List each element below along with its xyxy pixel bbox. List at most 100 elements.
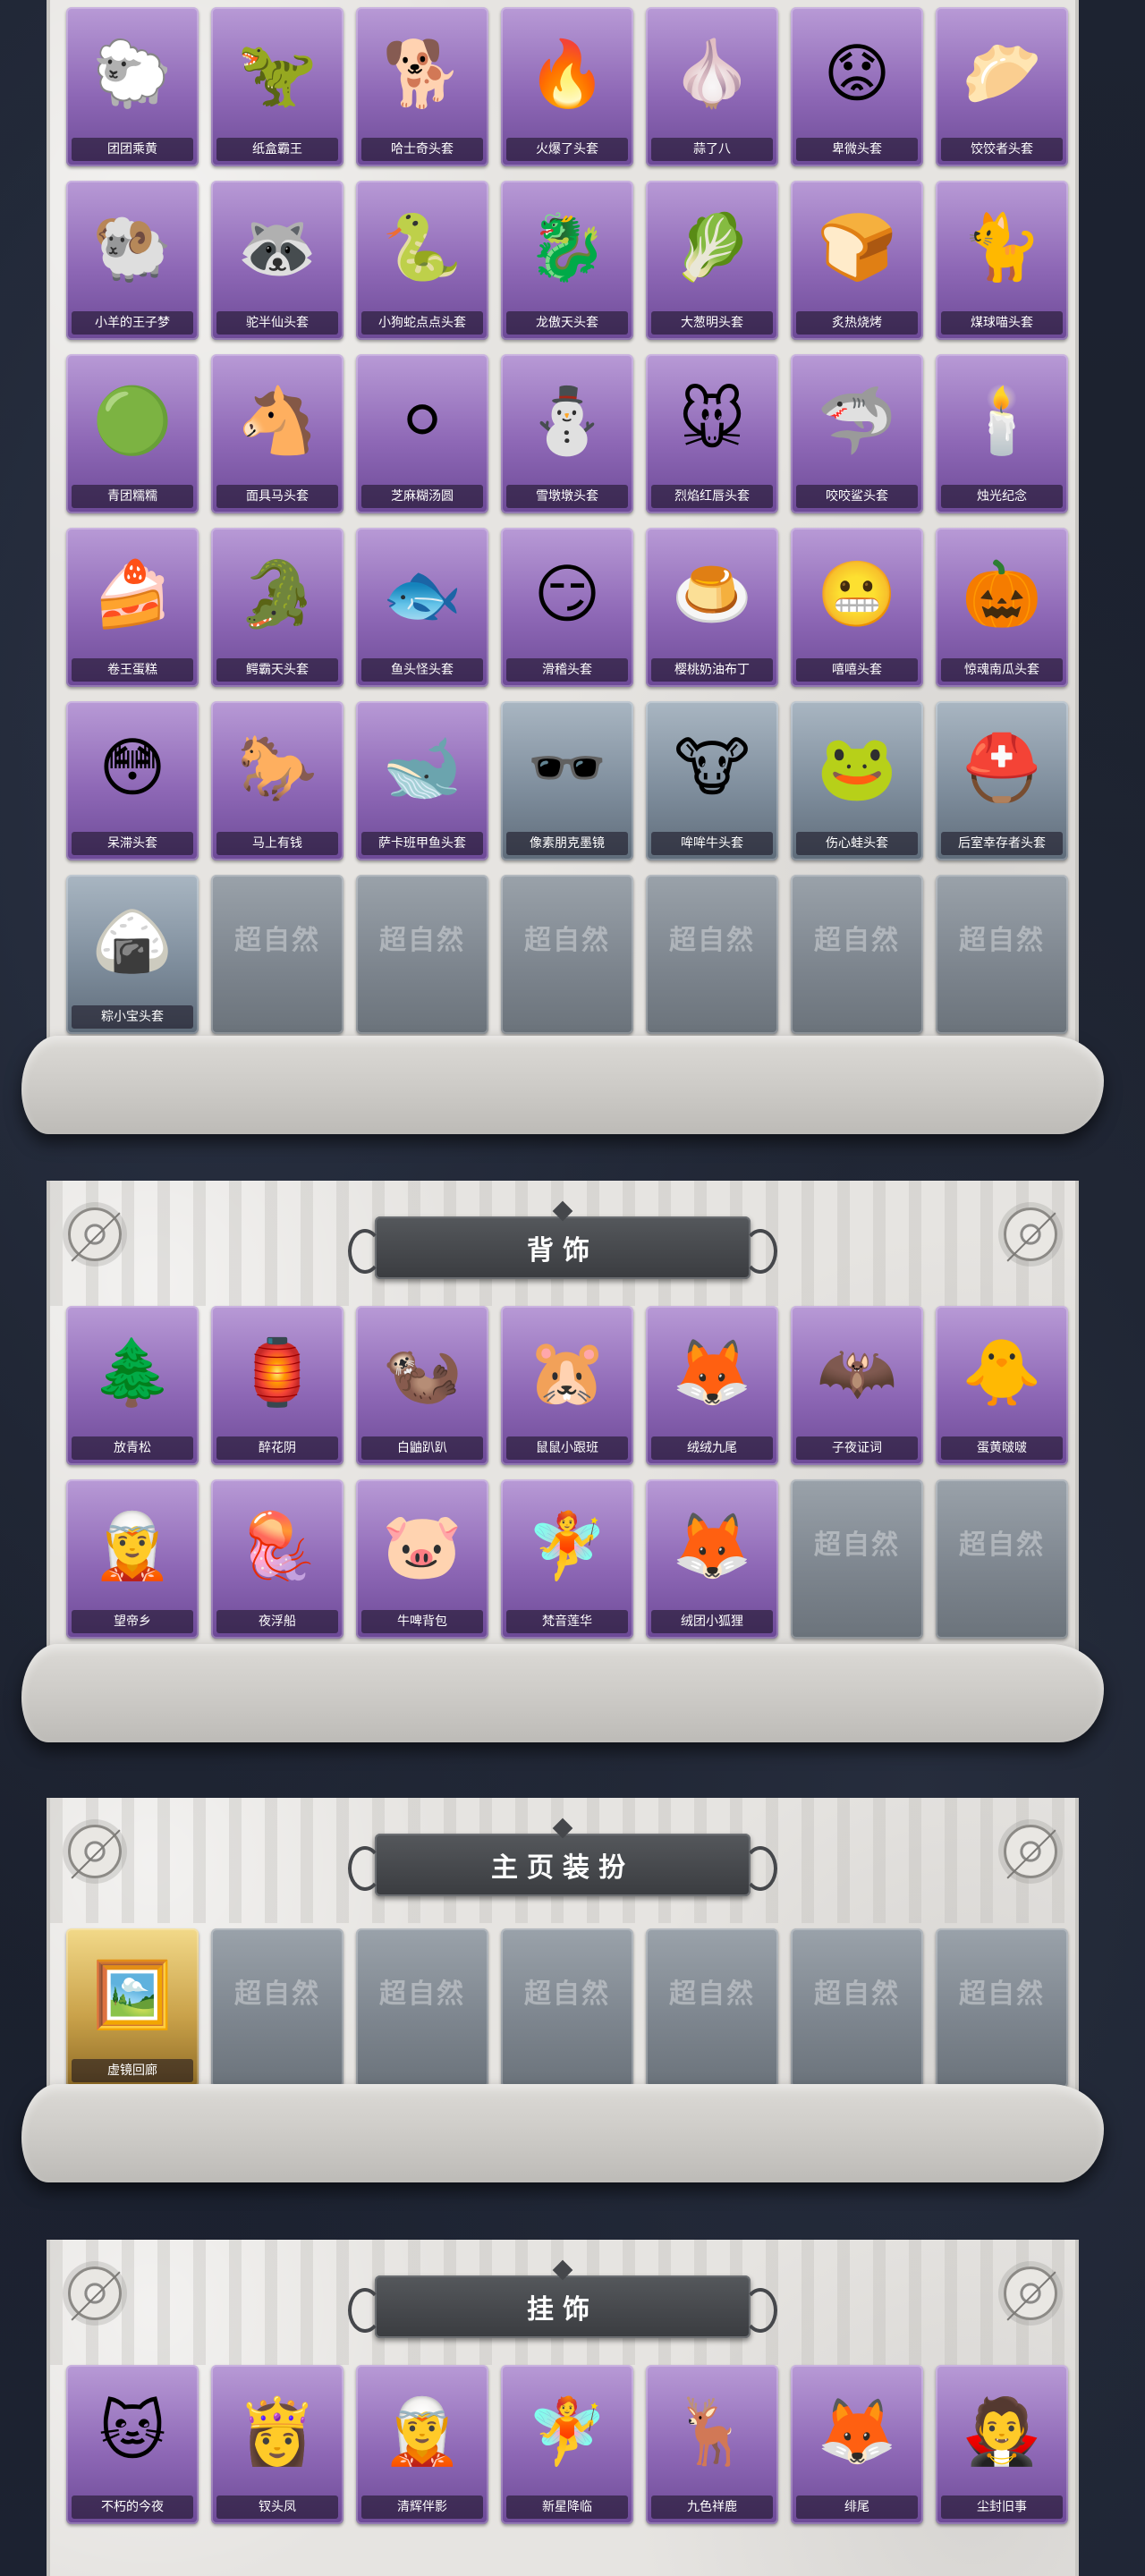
panel-header: 主页装扮 <box>50 1798 1075 1923</box>
item-card[interactable]: 🦊 绒绒九尾 <box>646 1306 778 1465</box>
section-title-banner: 主页装扮 <box>348 1818 777 1896</box>
item-card[interactable]: 🏮 醉花阴 <box>211 1306 344 1465</box>
item-card[interactable]: 🐴 面具马头套 <box>211 354 344 513</box>
item-card[interactable]: 🐕 哈士奇头套 <box>356 7 488 166</box>
item-name: 虚镜回廊 <box>72 2059 193 2082</box>
item-card[interactable]: 🐋 萨卡班甲鱼头套 <box>356 701 488 860</box>
item-card[interactable]: 🐷 牛啤背包 <box>356 1479 488 1639</box>
item-card[interactable]: 🐊 鳄霸天头套 <box>211 528 344 687</box>
item-card[interactable]: 🐸 伤心蛙头套 <box>791 701 923 860</box>
item-name: 樱桃奶油布丁 <box>651 658 773 682</box>
item-card[interactable]: 🦌 九色祥鹿 <box>646 2365 778 2524</box>
item-name: 咬咬鲨头套 <box>796 485 918 508</box>
item-card[interactable]: 🎃 惊魂南瓜头套 <box>936 528 1068 687</box>
item-card[interactable]: 😟 卑微头套 <box>791 7 923 166</box>
item-card[interactable]: 🦊 绯尾 <box>791 2365 923 2524</box>
item-card[interactable]: 🕶️ 像素朋克墨镜 <box>501 701 633 860</box>
item-card[interactable]: 😬 嘻嘻头套 <box>791 528 923 687</box>
item-icon: 🖼️ <box>92 1957 173 2032</box>
item-card[interactable]: 👸 钗头凤 <box>211 2365 344 2524</box>
item-card[interactable]: 🐭 烈焰红唇头套 <box>646 354 778 513</box>
item-icon: 🏮 <box>237 1335 318 1410</box>
item-icon: 🐸 <box>817 730 897 805</box>
section-title: 主页装扮 <box>491 1852 634 1884</box>
item-card[interactable]: 🍞 炙热烧烤 <box>791 181 923 340</box>
item-icon: 🧚 <box>527 1508 607 1583</box>
head-accessory-grid: 🐑 团团乘黄 🦖 纸盒霸王 🐕 哈士奇头套 🔥 火爆了头套 🧄 蒜了八 😟 卑微头套 🥟 饺饺者头套 🐏 小羊… <box>66 7 1068 1034</box>
item-card[interactable]: 🥟 饺饺者头套 <box>936 7 1068 166</box>
item-card[interactable]: 🐈 煤球喵头套 <box>936 181 1068 340</box>
item-icon: 🧄 <box>672 36 752 111</box>
item-card[interactable]: 🥬 大葱明头套 <box>646 181 778 340</box>
item-name: 萨卡班甲鱼头套 <box>361 832 483 855</box>
item-icon: 🍰 <box>92 556 173 631</box>
watermark-logo: 超自然 <box>669 1979 755 2010</box>
empty-slot: 超自然 <box>646 875 778 1034</box>
item-card[interactable]: 😏 滑稽头套 <box>501 528 633 687</box>
item-icon: 🐕 <box>382 36 462 111</box>
item-card[interactable]: 🍰 卷王蛋糕 <box>66 528 199 687</box>
item-icon: 🧝 <box>92 1508 173 1583</box>
item-card[interactable]: 🐎 马上有钱 <box>211 701 344 860</box>
back-accessory-panel: 背饰 🌲 放青松 🏮 醉花阴 🦦 白鼬趴趴 🐹 鼠鼠小跟班 🦊 绒绒九尾 🦇 子夜证词 🐥 蛋黄啵啵 🧝 望帝… <box>47 1181 1079 1682</box>
watermark-logo: 超自然 <box>669 925 755 956</box>
item-name: 卑微头套 <box>796 138 918 161</box>
item-name: 望帝乡 <box>72 1610 193 1633</box>
item-card[interactable]: 🍙 粽小宝头套 <box>66 875 199 1034</box>
item-card[interactable]: 🍮 樱桃奶油布丁 <box>646 528 778 687</box>
item-card[interactable]: 🪼 夜浮船 <box>211 1479 344 1639</box>
item-icon: 😏 <box>533 556 601 631</box>
item-card[interactable]: 🧚 新星降临 <box>501 2365 633 2524</box>
item-card[interactable]: 🧝 清辉伴影 <box>356 2365 488 2524</box>
item-card[interactable]: 🐏 小羊的王子梦 <box>66 181 199 340</box>
item-card[interactable]: 🧝 望帝乡 <box>66 1479 199 1639</box>
item-card[interactable]: 🖼️ 虚镜回廊 <box>66 1928 199 2088</box>
item-card[interactable]: 🐥 蛋黄啵啵 <box>936 1306 1068 1465</box>
item-card[interactable]: 😳 呆滞头套 <box>66 701 199 860</box>
item-card[interactable]: 🌲 放青松 <box>66 1306 199 1465</box>
item-card[interactable]: 🐟 鱼头怪头套 <box>356 528 488 687</box>
item-card[interactable]: 🦦 白鼬趴趴 <box>356 1306 488 1465</box>
item-card[interactable]: 🕯️ 烛光纪念 <box>936 354 1068 513</box>
item-name: 鱼头怪头套 <box>361 658 483 682</box>
item-icon: 🌲 <box>92 1335 173 1410</box>
item-icon: 🦈 <box>817 383 897 458</box>
item-card[interactable]: 🐍 小狗蛇点点头套 <box>356 181 488 340</box>
item-card[interactable]: ⛑️ 后室幸存者头套 <box>936 701 1068 860</box>
item-card[interactable]: 🦈 咬咬鲨头套 <box>791 354 923 513</box>
item-card[interactable]: 🦊 绒团小狐狸 <box>646 1479 778 1639</box>
item-name: 鼠鼠小跟班 <box>506 1436 628 1460</box>
item-name: 蛋黄啵啵 <box>941 1436 1063 1460</box>
item-card[interactable]: 🐉 龙傲天头套 <box>501 181 633 340</box>
item-card[interactable]: 🟢 青团糯糯 <box>66 354 199 513</box>
item-name: 小羊的王子梦 <box>72 311 193 335</box>
item-icon: 🐷 <box>382 1508 462 1583</box>
item-card[interactable]: 🐑 团团乘黄 <box>66 7 199 166</box>
item-icon: 😳 <box>98 730 166 805</box>
item-card[interactable]: 🦖 纸盒霸王 <box>211 7 344 166</box>
item-card[interactable]: 🧛 尘封旧事 <box>936 2365 1068 2524</box>
item-card[interactable]: ⛄ 雪墩墩头套 <box>501 354 633 513</box>
item-card[interactable]: 🔥 火爆了头套 <box>501 7 633 166</box>
item-card[interactable]: 🦇 子夜证词 <box>791 1306 923 1465</box>
item-card[interactable]: 🐱 不朽的今夜 <box>66 2365 199 2524</box>
home-decoration-panel: 主页装扮 🖼️ 虚镜回廊 超自然 超自然 超自然 超自然 超自然 超自然 <box>47 1798 1079 2120</box>
item-icon: ⚪ <box>394 383 450 458</box>
compass-icon <box>68 1208 122 1261</box>
item-icon: 🥟 <box>962 36 1042 111</box>
head-accessory-panel: 🐑 团团乘黄 🦖 纸盒霸王 🐕 哈士奇头套 🔥 火爆了头套 🧄 蒜了八 😟 卑微头套 🥟 饺饺者头套 🐏 小羊… <box>47 0 1079 1055</box>
item-name: 尘封旧事 <box>941 2496 1063 2519</box>
item-card[interactable]: 🧚 梵音莲华 <box>501 1479 633 1639</box>
item-icon: 🥬 <box>672 209 752 284</box>
item-card[interactable]: 🦝 驼半仙头套 <box>211 181 344 340</box>
item-name: 绒团小狐狸 <box>651 1610 773 1633</box>
item-name: 后室幸存者头套 <box>941 832 1063 855</box>
item-card[interactable]: 🐹 鼠鼠小跟班 <box>501 1306 633 1465</box>
item-icon: 🦖 <box>237 36 318 111</box>
item-card[interactable]: 🐮 哞哞牛头套 <box>646 701 778 860</box>
item-icon: 🐮 <box>674 730 751 805</box>
scroll-bottom-edge <box>21 2084 1104 2182</box>
item-card[interactable]: ⚪ 芝麻糊汤圆 <box>356 354 488 513</box>
item-card[interactable]: 🧄 蒜了八 <box>646 7 778 166</box>
empty-slot: 超自然 <box>356 875 488 1034</box>
